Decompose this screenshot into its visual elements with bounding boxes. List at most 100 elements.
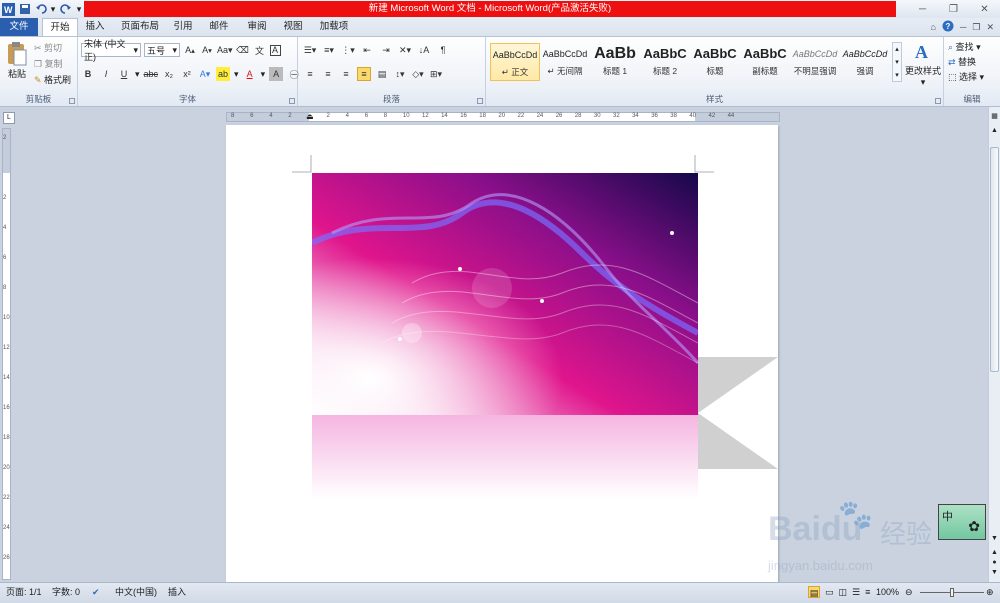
horizontal-ruler[interactable]: 8 6 4 2 2 4 6 8 10 12 14 16 18 20 22 24 26 28 30 32 34 36 38 40… <box>226 112 780 122</box>
restore-button[interactable]: ❐ <box>938 0 969 18</box>
bold-icon[interactable]: B <box>81 67 95 81</box>
change-styles-button[interactable]: A 更改样式 ▾ <box>904 40 942 88</box>
highlight-icon[interactable]: ab <box>216 67 231 81</box>
styles-scroll[interactable]: ▴ ▾ ▾ <box>892 42 902 82</box>
style-emphasis[interactable]: AaBbCcDd 强调 <box>840 43 890 81</box>
increase-indent-icon[interactable]: ⇥ <box>379 43 393 57</box>
change-case-button[interactable]: Aa ▾ <box>217 43 233 57</box>
prev-page-icon[interactable]: ▲ <box>989 549 1000 559</box>
style-subtle-emphasis[interactable]: AaBbCcDd 不明显强调 <box>790 43 840 81</box>
zoom-level[interactable]: 100% <box>876 586 899 598</box>
vertical-ruler[interactable]: 2 2 4 6 8 10 12 14 16 18 20 22 24 26 <box>2 128 11 580</box>
text-effects-icon[interactable]: A▾ <box>198 67 212 81</box>
customize-qat-icon[interactable]: ▾ <box>75 3 83 16</box>
web-layout-view-icon[interactable]: ◫ <box>839 586 848 598</box>
status-page[interactable]: 页面: 1/1 <box>6 586 42 598</box>
help-icon[interactable]: ? <box>942 20 954 34</box>
style-title[interactable]: AaBbC 标题 <box>690 43 740 81</box>
chevron-down-icon[interactable]: ▾ <box>234 69 239 80</box>
minimize-ribbon-icon[interactable]: ⌂ <box>931 22 936 32</box>
inserted-picture[interactable] <box>310 173 700 415</box>
multilevel-list-icon[interactable]: ⋮▾ <box>341 43 355 57</box>
close-button[interactable]: ✕ <box>969 0 1000 18</box>
scroll-down-icon[interactable]: ▼ <box>989 535 1000 545</box>
style-heading-1[interactable]: AaBb 标题 1 <box>590 43 640 81</box>
undo-icon[interactable] <box>34 3 47 16</box>
styles-launcher-icon[interactable] <box>935 98 941 104</box>
tab-page-layout[interactable]: 页面布局 <box>116 18 164 36</box>
document-page[interactable] <box>226 125 778 585</box>
vertical-scrollbar[interactable]: ▦ ▲ ▼ ▲ ● ▼ <box>988 107 1000 582</box>
align-right-icon[interactable]: ≡ <box>339 67 353 81</box>
next-page-icon[interactable]: ▼ <box>989 569 1000 579</box>
outline-view-icon[interactable]: ☰ <box>852 586 860 598</box>
tab-mailings[interactable]: 邮件 <box>204 18 234 36</box>
select-button[interactable]: ⬚ 选择 ▾ <box>948 70 984 83</box>
tab-insert[interactable]: 插入 <box>80 18 110 36</box>
chinese-layout-icon[interactable]: ✕▾ <box>398 43 412 57</box>
subscript-icon[interactable]: x₂ <box>162 67 176 81</box>
find-button[interactable]: ⌕ 查找 ▾ <box>948 40 981 53</box>
zoom-slider-thumb[interactable] <box>950 588 954 597</box>
char-shading-icon[interactable]: A <box>269 67 284 81</box>
status-words[interactable]: 字数: 0 <box>52 586 80 598</box>
ruler-toggle-icon[interactable]: ▦ <box>989 112 1000 122</box>
grow-font-icon[interactable]: A ▴ <box>183 43 197 57</box>
font-size-select[interactable]: 五号 ▾ <box>144 43 180 57</box>
status-language[interactable]: 中文(中国) <box>115 586 157 598</box>
font-launcher-icon[interactable] <box>289 98 295 104</box>
save-icon[interactable] <box>18 3 31 16</box>
doc-close-icon[interactable]: ✕ <box>986 22 994 33</box>
align-left-icon[interactable]: ≡ <box>303 67 317 81</box>
char-border-button[interactable]: A <box>269 44 281 56</box>
tab-selector-icon[interactable]: L <box>3 112 15 124</box>
distributed-icon[interactable]: ▤ <box>375 67 389 81</box>
strikethrough-icon[interactable]: abc <box>144 67 159 81</box>
ime-status-widget[interactable]: 中 ✿ <box>938 504 986 540</box>
tab-review[interactable]: 审阅 <box>242 18 272 36</box>
print-layout-view-icon[interactable]: ▤ <box>808 586 820 598</box>
tab-file[interactable]: 文件 <box>0 18 38 36</box>
zoom-in-icon[interactable]: ⊕ <box>986 586 994 598</box>
chevron-down-icon[interactable]: ▾ <box>261 69 266 80</box>
style-normal[interactable]: AaBbCcDd ↵ 正文 <box>490 43 540 81</box>
cut-button[interactable]: ✂ 剪切 <box>34 41 62 54</box>
draft-view-icon[interactable]: ≡ <box>865 586 870 598</box>
replace-button[interactable]: ⇄ 替换 <box>948 55 976 68</box>
align-center-icon[interactable]: ≡ <box>321 67 335 81</box>
show-marks-icon[interactable]: ¶ <box>436 43 450 57</box>
shading-icon[interactable]: ◇▾ <box>411 67 425 81</box>
copy-button[interactable]: ❐ 复制 <box>34 57 63 70</box>
italic-icon[interactable]: I <box>99 67 113 81</box>
clipboard-launcher-icon[interactable] <box>69 98 75 104</box>
undo-dropdown-icon[interactable]: ▾ <box>50 3 56 16</box>
full-screen-view-icon[interactable]: ▭ <box>825 586 834 598</box>
browse-object-icon[interactable]: ● <box>989 559 1000 569</box>
underline-icon[interactable]: U <box>117 67 131 81</box>
line-spacing-icon[interactable]: ↕▾ <box>393 67 407 81</box>
scroll-up-icon[interactable]: ▲ <box>989 127 1000 137</box>
minimize-button[interactable]: ─ <box>907 0 938 18</box>
zoom-slider[interactable] <box>920 588 984 597</box>
font-color-icon[interactable]: A <box>243 67 257 81</box>
tab-view[interactable]: 视图 <box>278 18 308 36</box>
doc-restore-icon[interactable]: ❐ <box>972 22 980 33</box>
decrease-indent-icon[interactable]: ⇤ <box>360 43 374 57</box>
zoom-out-icon[interactable]: ⊖ <box>905 586 913 598</box>
scrollbar-thumb[interactable] <box>990 147 999 372</box>
style-subtitle[interactable]: AaBbC 副标题 <box>740 43 790 81</box>
style-no-spacing[interactable]: AaBbCcDd ↵ 无间隔 <box>540 43 590 81</box>
status-insert-mode[interactable]: 插入 <box>168 586 186 598</box>
proofing-icon[interactable]: ✔ <box>92 586 100 598</box>
shrink-font-icon[interactable]: A ▾ <box>200 43 214 57</box>
justify-icon[interactable]: ≡ <box>357 67 371 81</box>
clear-format-icon[interactable]: ⌫ <box>236 43 250 57</box>
tab-addins[interactable]: 加载项 <box>314 18 354 36</box>
sort-icon[interactable]: ↓A <box>417 43 431 57</box>
doc-minimize-icon[interactable]: ─ <box>960 22 966 32</box>
numbering-icon[interactable]: ≡▾ <box>322 43 336 57</box>
style-heading-2[interactable]: AaBbC 标题 2 <box>640 43 690 81</box>
tab-home[interactable]: 开始 <box>42 18 78 36</box>
borders-icon[interactable]: ⊞▾ <box>429 67 443 81</box>
paragraph-launcher-icon[interactable] <box>477 98 483 104</box>
